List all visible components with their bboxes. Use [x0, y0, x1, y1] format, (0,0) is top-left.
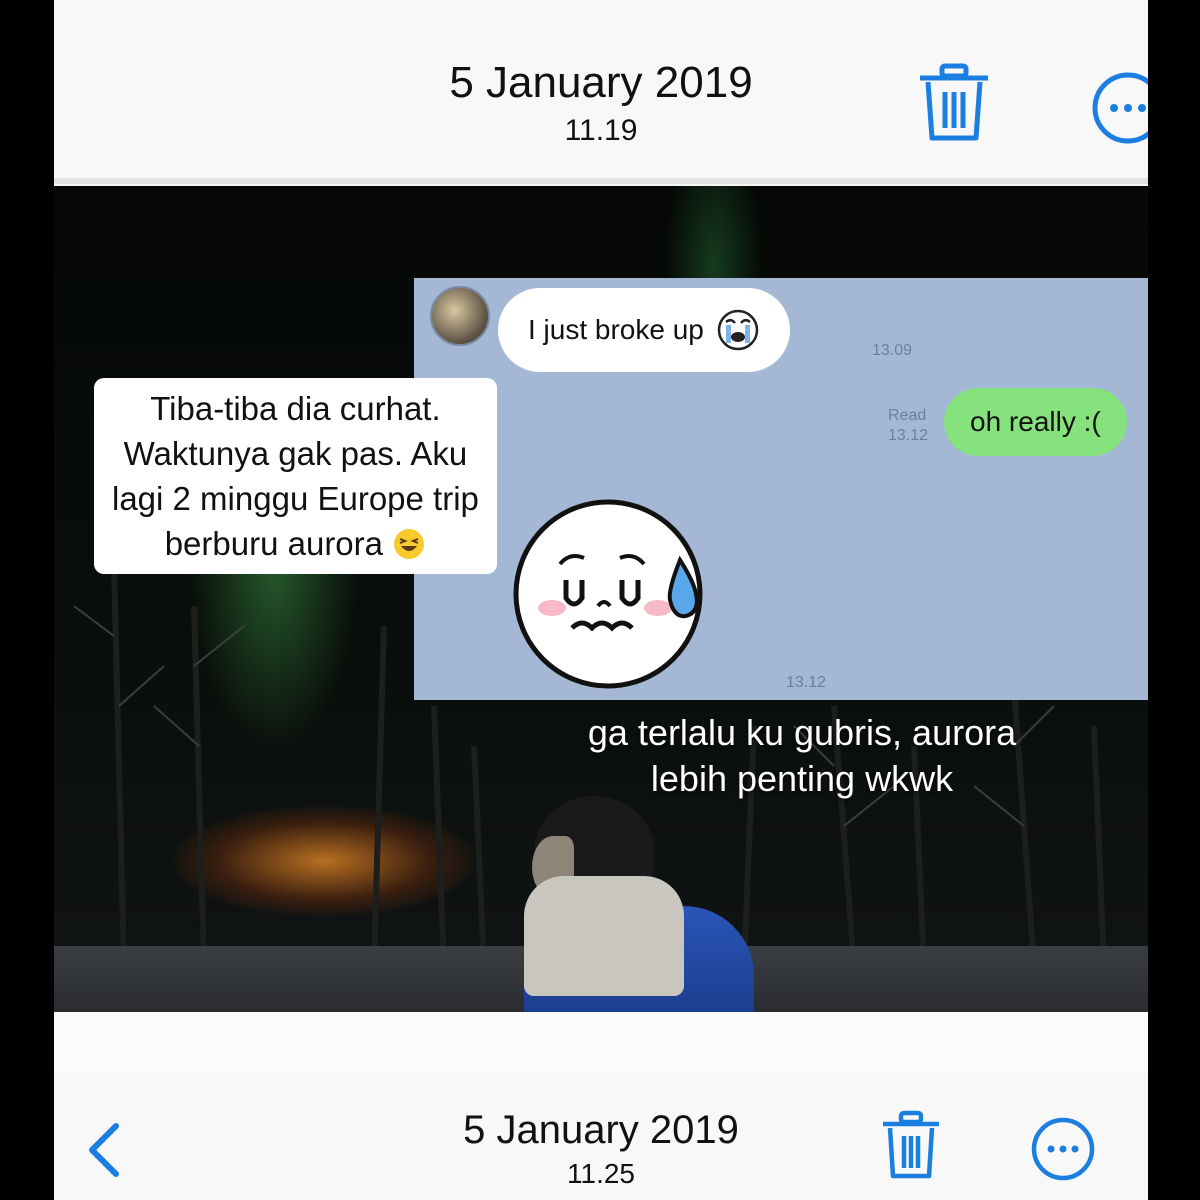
- caption-bottom-line2: lebih penting wkwk: [650, 758, 954, 799]
- photo-viewer: 5 January 2019 11.19 I just broke up 13.…: [54, 0, 1148, 1200]
- caption-left-line2: Waktunya gak pas. Aku: [123, 435, 468, 472]
- caption-left: Tiba-tiba dia curhat. Waktunya gak pas. …: [94, 378, 497, 574]
- more-icon[interactable]: [1030, 1116, 1096, 1182]
- trash-icon[interactable]: [880, 1110, 942, 1180]
- footer-date: 5 January 2019: [463, 1108, 739, 1152]
- more-icon[interactable]: [1090, 70, 1148, 146]
- laughing-emoji-icon: [394, 529, 425, 559]
- avatar: [430, 286, 490, 346]
- footer-time: 11.25: [567, 1158, 635, 1189]
- chat-screenshot: I just broke up 13.09 Read 13.12 oh real…: [414, 278, 1148, 700]
- sad-sticker-icon: [513, 499, 703, 689]
- caption-left-line1: Tiba-tiba dia curhat.: [150, 390, 441, 427]
- incoming-message: I just broke up: [528, 314, 704, 345]
- caption-bottom: ga terlalu ku gubris, aurora lebih penti…: [502, 710, 1102, 802]
- incoming-bubble: I just broke up: [498, 288, 790, 372]
- read-label: Read: [888, 407, 927, 424]
- read-time: 13.12: [888, 427, 929, 444]
- bottom-toolbar: 5 January 2019 11.25: [54, 1072, 1148, 1200]
- divider: [54, 1012, 1148, 1072]
- caption-left-line3: lagi 2 minggu Europe trip: [112, 480, 479, 517]
- caption-left-line4: berburu aurora: [112, 521, 479, 566]
- sticker-time: 13.12: [786, 674, 827, 691]
- incoming-time: 13.09: [872, 342, 913, 359]
- person-scarf: [524, 876, 684, 996]
- caption-left-line4-text: berburu aurora: [164, 525, 384, 562]
- read-receipt: Read 13.12: [888, 406, 928, 446]
- aurora-photo: I just broke up 13.09 Read 13.12 oh real…: [54, 186, 1148, 1012]
- caption-bottom-line1: ga terlalu ku gubris, aurora: [587, 712, 1017, 753]
- outgoing-bubble: oh really :(: [944, 388, 1127, 456]
- top-header: 5 January 2019 11.19: [54, 0, 1148, 184]
- outgoing-message: oh really :(: [970, 406, 1101, 437]
- trash-icon[interactable]: [916, 62, 992, 142]
- crying-emoji-icon: [717, 309, 759, 351]
